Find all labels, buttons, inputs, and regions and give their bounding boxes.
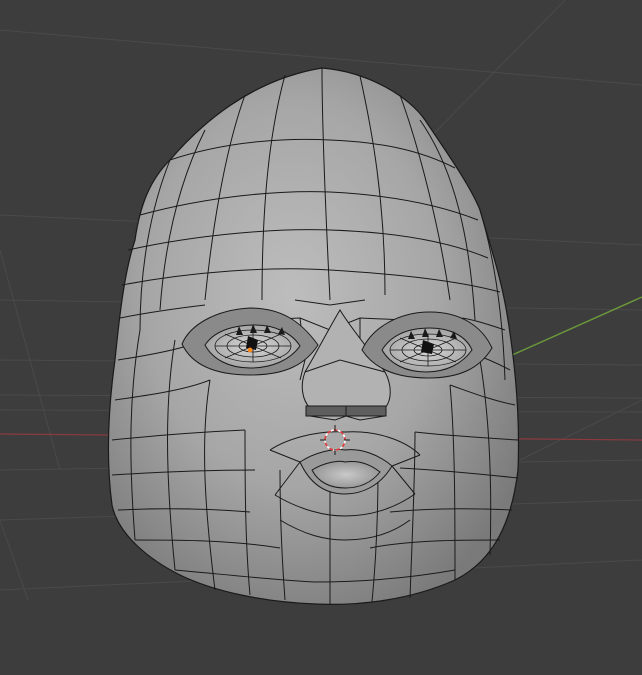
face-mesh[interactable] (107, 67, 520, 605)
origin-dot-icon (247, 347, 253, 353)
3d-viewport[interactable] (0, 0, 642, 675)
